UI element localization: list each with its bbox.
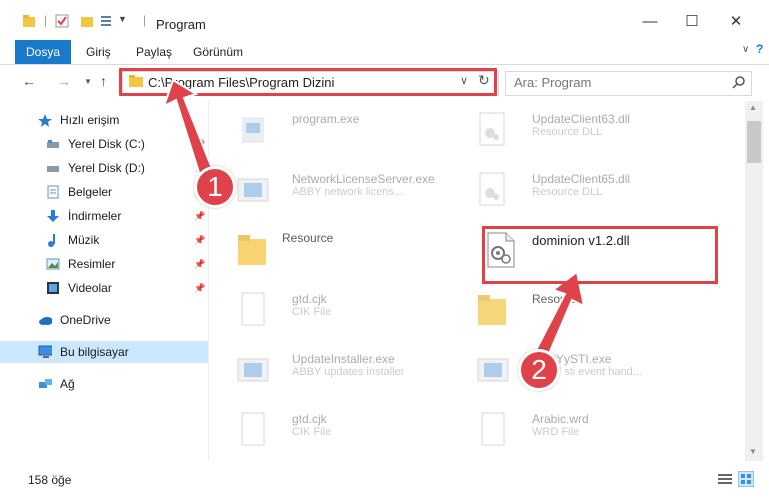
step-badge-2: 2: [518, 349, 560, 391]
file-highlight-box: [482, 226, 718, 284]
step-badge-1: 1: [194, 166, 236, 208]
